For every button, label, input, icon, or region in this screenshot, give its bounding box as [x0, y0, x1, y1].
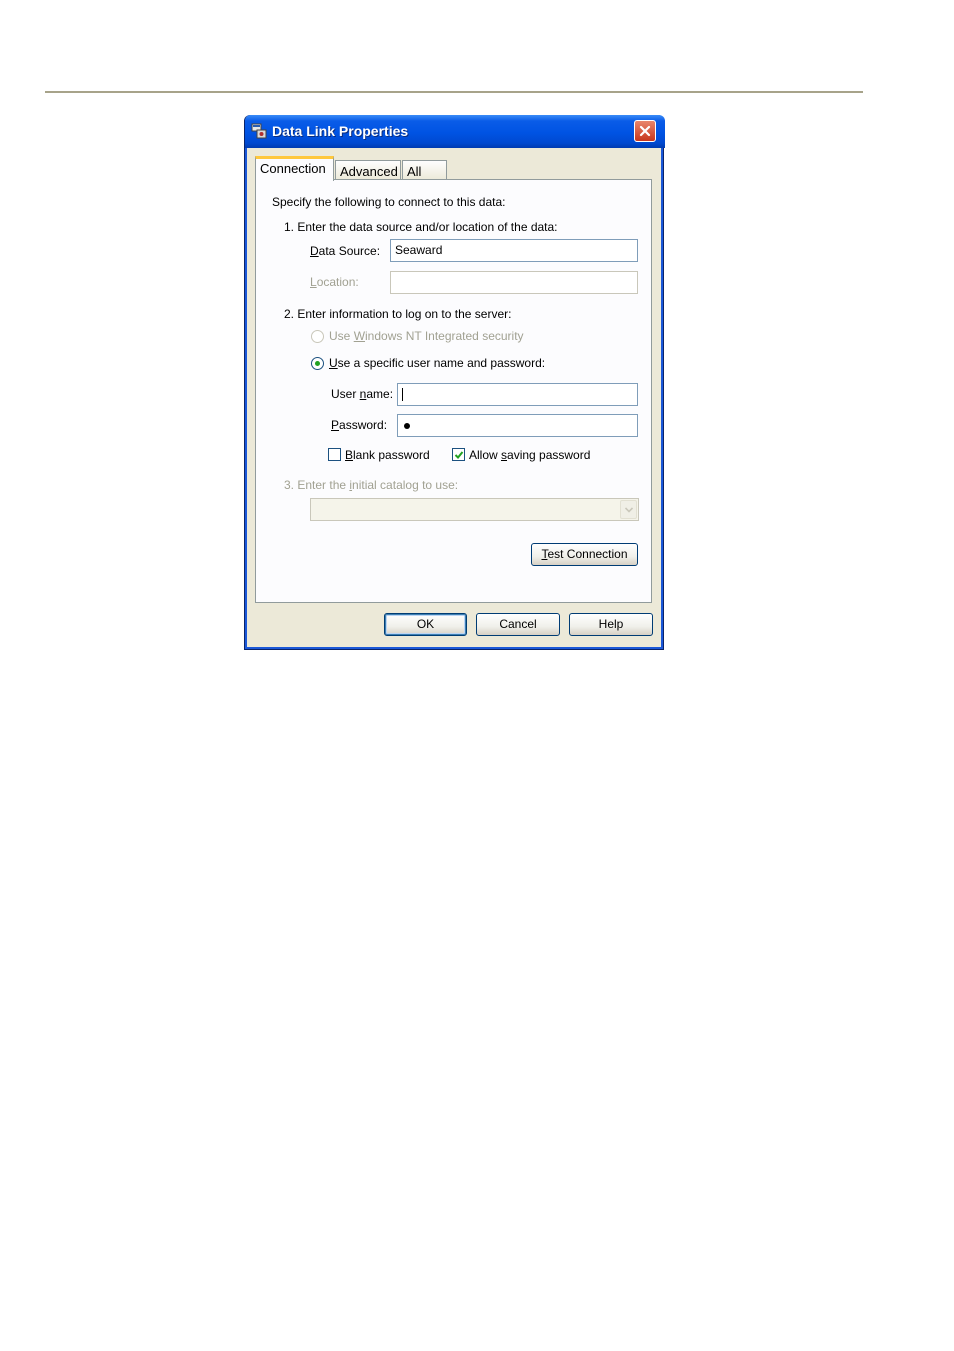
close-icon	[639, 125, 651, 137]
window-title: Data Link Properties	[272, 123, 409, 139]
step3-text: 3. Enter the initial catalog to use:	[284, 478, 459, 492]
windows-security-radio[interactable]	[311, 330, 324, 343]
cancel-button[interactable]: Cancel	[476, 613, 560, 636]
step1-text: 1. Enter the data source and/or location…	[284, 220, 558, 234]
password-input[interactable]	[397, 414, 638, 437]
tab-advanced-label: Advanced	[340, 164, 398, 179]
dropdown-arrow[interactable]	[620, 500, 637, 519]
tab-connection-label: Connection	[260, 161, 326, 176]
location-input[interactable]	[390, 271, 638, 294]
user-name-input[interactable]	[397, 383, 638, 406]
step2-text: 2. Enter information to log on to the se…	[284, 307, 512, 321]
location-label: Location:	[310, 275, 359, 289]
ok-button[interactable]: OK	[384, 613, 467, 636]
user-name-label: User name:	[331, 387, 394, 401]
close-button[interactable]	[634, 120, 656, 142]
specific-user-radio[interactable]	[311, 357, 324, 370]
blank-password-checkbox[interactable]	[328, 448, 341, 461]
windows-security-label: Use Windows NT Integrated security	[329, 329, 524, 343]
title-bar[interactable]: Data Link Properties	[245, 115, 665, 148]
tab-all[interactable]: All	[402, 160, 447, 180]
tab-advanced[interactable]: Advanced	[335, 160, 401, 180]
text-caret	[402, 388, 403, 402]
chevron-down-icon	[625, 507, 633, 513]
blank-password-label: Blank password	[345, 448, 430, 462]
test-connection-button[interactable]: Test Connection	[531, 543, 638, 566]
initial-catalog-select[interactable]	[310, 498, 639, 521]
checkmark-icon	[454, 451, 464, 459]
allow-saving-label: Allow saving password	[469, 448, 591, 462]
specific-user-label: Use a specific user name and password:	[329, 356, 546, 370]
data-source-label: Data Source:	[310, 244, 381, 258]
data-link-properties-dialog: Data Link Properties Connection Advanced…	[244, 115, 665, 650]
tab-connection[interactable]: Connection	[255, 156, 334, 181]
intro-text: Specify the following to connect to this…	[272, 195, 506, 209]
tab-all-label: All	[407, 164, 422, 179]
password-label: Password:	[331, 418, 388, 432]
data-link-icon	[251, 123, 267, 139]
connection-panel: Specify the following to connect to this…	[255, 179, 652, 603]
password-mask-dot	[404, 423, 410, 429]
data-source-input[interactable]: Seaward	[390, 239, 638, 262]
page-divider	[45, 91, 863, 93]
help-button[interactable]: Help	[569, 613, 653, 636]
allow-saving-checkbox[interactable]	[452, 448, 465, 461]
